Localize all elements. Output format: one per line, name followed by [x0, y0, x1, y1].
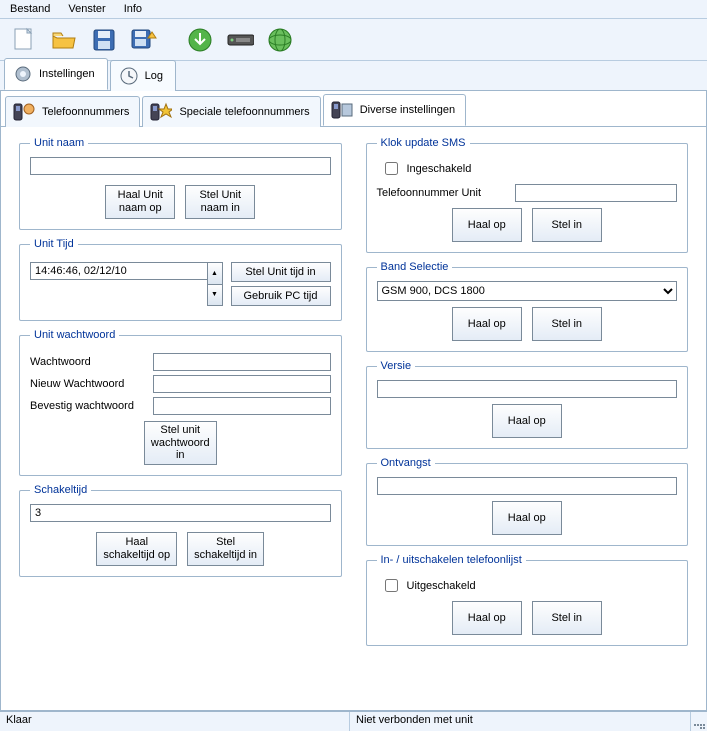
- status-right: Niet verbonden met unit: [350, 712, 691, 731]
- input-password[interactable]: [153, 353, 331, 371]
- input-version[interactable]: [377, 380, 678, 398]
- btn-version-get[interactable]: Haal op: [492, 404, 562, 438]
- new-file-icon[interactable]: [10, 26, 38, 54]
- btn-clock-sms-get[interactable]: Haal op: [452, 208, 522, 242]
- clock-icon: [119, 66, 139, 86]
- checkbox-clock-sms-enabled[interactable]: [385, 162, 398, 175]
- legend-password: Unit wachtwoord: [30, 329, 119, 341]
- download-icon[interactable]: [186, 26, 214, 54]
- group-reception: Ontvangst Haal op: [366, 457, 689, 546]
- label-password: Wachtwoord: [30, 356, 145, 368]
- btn-band-set[interactable]: Stel in: [532, 307, 602, 341]
- label-unit-phone: Telefoonnummer Unit: [377, 187, 507, 199]
- btn-set-unit-name[interactable]: Stel Unit naam in: [185, 185, 255, 219]
- group-unit-name: Unit naam Haal Unit naam op Stel Unit na…: [19, 137, 342, 230]
- input-switchtime[interactable]: [30, 504, 331, 522]
- legend-switchtime: Schakeltijd: [30, 484, 91, 496]
- btn-set-password[interactable]: Stel unit wachtwoord in: [144, 421, 217, 465]
- legend-band: Band Selectie: [377, 261, 453, 273]
- subtab-phone-label: Telefoonnummers: [42, 106, 129, 118]
- tab-log-label: Log: [145, 70, 163, 82]
- subtab-diverse-label: Diverse instellingen: [360, 104, 455, 116]
- label-clock-sms-enabled: Ingeschakeld: [407, 163, 472, 175]
- legend-version: Versie: [377, 360, 416, 372]
- legend-unit-time: Unit Tijd: [30, 238, 78, 250]
- settings-panel: Unit naam Haal Unit naam op Stel Unit na…: [1, 127, 706, 711]
- legend-unit-name: Unit naam: [30, 137, 88, 149]
- legend-reception: Ontvangst: [377, 457, 435, 469]
- star-phone-icon: [149, 101, 173, 123]
- subtab-phone[interactable]: Telefoonnummers: [5, 96, 140, 127]
- group-unit-time: Unit Tijd ▲▼ Stel Unit tijd in Gebruik P…: [19, 238, 342, 321]
- group-band: Band Selectie GSM 900, DCS 1800 Haal op …: [366, 261, 689, 352]
- btn-band-get[interactable]: Haal op: [452, 307, 522, 341]
- status-bar: Klaar Niet verbonden met unit: [0, 711, 707, 731]
- label-phonelist-disabled: Uitgeschakeld: [407, 580, 476, 592]
- input-unit-phone[interactable]: [515, 184, 678, 202]
- gear-icon: [13, 64, 33, 84]
- input-unit-time[interactable]: [30, 262, 207, 280]
- input-reception[interactable]: [377, 477, 678, 495]
- resize-grip-icon[interactable]: [691, 712, 707, 731]
- tab-log[interactable]: Log: [110, 60, 176, 91]
- btn-phonelist-set[interactable]: Stel in: [532, 601, 602, 635]
- save-icon[interactable]: [90, 26, 118, 54]
- globe-icon[interactable]: [266, 26, 294, 54]
- subtab-diverse[interactable]: Diverse instellingen: [323, 94, 466, 126]
- group-clock-sms: Klok update SMS Ingeschakeld Telefoonnum…: [366, 137, 689, 253]
- settings-phone-icon: [330, 99, 354, 121]
- menu-file[interactable]: Bestand: [6, 2, 54, 16]
- btn-clock-sms-set[interactable]: Stel in: [532, 208, 602, 242]
- input-unit-name[interactable]: [30, 157, 331, 175]
- subtab-special[interactable]: Speciale telefoonnummers: [142, 96, 320, 127]
- tab-settings[interactable]: Instellingen: [4, 58, 108, 90]
- save-as-icon[interactable]: [130, 26, 158, 54]
- btn-set-switchtime[interactable]: Stel schakeltijd in: [187, 532, 264, 566]
- device-icon[interactable]: [226, 26, 254, 54]
- status-left: Klaar: [0, 712, 350, 731]
- group-phonelist: In- / uitschakelen telefoonlijst Uitgesc…: [366, 554, 689, 646]
- input-new-password[interactable]: [153, 375, 331, 393]
- input-confirm-password[interactable]: [153, 397, 331, 415]
- phone-icon: [12, 101, 36, 123]
- subtab-special-label: Speciale telefoonnummers: [179, 106, 309, 118]
- checkbox-phonelist-disabled[interactable]: [385, 579, 398, 592]
- legend-phonelist: In- / uitschakelen telefoonlijst: [377, 554, 526, 566]
- left-column: Unit naam Haal Unit naam op Stel Unit na…: [19, 137, 342, 711]
- menu-window[interactable]: Venster: [64, 2, 109, 16]
- label-new-password: Nieuw Wachtwoord: [30, 378, 145, 390]
- btn-reception-get[interactable]: Haal op: [492, 501, 562, 535]
- right-column: Klok update SMS Ingeschakeld Telefoonnum…: [366, 137, 689, 711]
- menu-info[interactable]: Info: [120, 2, 146, 16]
- btn-get-switchtime[interactable]: Haal schakeltijd op: [96, 532, 177, 566]
- group-version: Versie Haal op: [366, 360, 689, 449]
- time-spinner[interactable]: ▲▼: [207, 262, 223, 306]
- btn-set-unit-time[interactable]: Stel Unit tijd in: [231, 262, 331, 282]
- toolbar: [0, 19, 707, 61]
- group-password: Unit wachtwoord Wachtwoord Nieuw Wachtwo…: [19, 329, 342, 476]
- main-tab-row: Instellingen Log: [0, 61, 707, 91]
- tab-settings-label: Instellingen: [39, 68, 95, 80]
- btn-get-unit-name[interactable]: Haal Unit naam op: [105, 185, 175, 219]
- menu-bar: Bestand Venster Info: [0, 0, 707, 19]
- btn-use-pc-time[interactable]: Gebruik PC tijd: [231, 286, 331, 306]
- sub-tab-row: Telefoonnummers Speciale telefoonnummers…: [1, 91, 706, 127]
- legend-clock-sms: Klok update SMS: [377, 137, 470, 149]
- content-area: Telefoonnummers Speciale telefoonnummers…: [0, 91, 707, 711]
- label-confirm-password: Bevestig wachtwoord: [30, 400, 145, 412]
- select-band[interactable]: GSM 900, DCS 1800: [377, 281, 678, 301]
- open-folder-icon[interactable]: [50, 26, 78, 54]
- group-switchtime: Schakeltijd Haal schakeltijd op Stel sch…: [19, 484, 342, 577]
- btn-phonelist-get[interactable]: Haal op: [452, 601, 522, 635]
